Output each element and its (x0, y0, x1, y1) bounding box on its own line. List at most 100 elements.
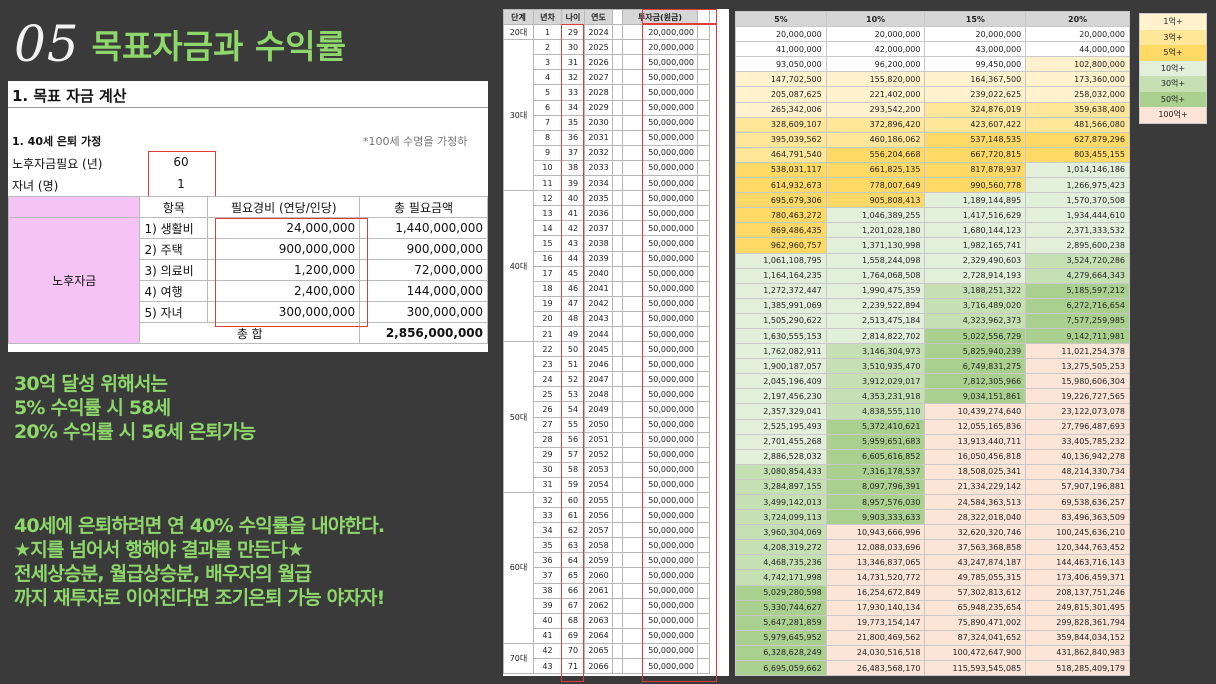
year-no-cell: 5 (533, 84, 562, 101)
year-no-cell: 16 (533, 250, 562, 267)
balance-cell: 2,197,456,230 (735, 388, 827, 405)
balance-cell: 1,266,975,423 (1025, 177, 1130, 194)
balance-cell: 144,463,716,143 (1025, 554, 1130, 571)
balance-cell: 7,316,178,537 (825, 463, 926, 480)
returns-row: 2,045,196,409 3,912,029,017 7,812,305,966 1… (735, 373, 1130, 390)
balance-cell: 3,188,251,322 (924, 282, 1027, 299)
year-no-cell: 17 (533, 265, 562, 282)
header-year-no: 년차 (533, 8, 562, 26)
balance-cell: 12,055,165,836 (924, 418, 1027, 435)
returns-row: 2,357,329,041 4,838,555,110 10,439,274,640… (735, 403, 1130, 420)
year-no-cell: 41 (533, 627, 562, 644)
balance-cell: 556,204,668 (825, 146, 926, 163)
year-cell: 2047 (584, 371, 613, 388)
goal-calculation-panel: 1. 목표 자금 계산 1. 40세 은퇴 가정 *100세 수명을 가정하 노… (7, 81, 488, 352)
balance-cell: 2,371,333,532 (1025, 222, 1130, 239)
year-no-cell: 40 (533, 612, 562, 629)
year-no-cell: 4 (533, 69, 562, 86)
balance-cell: 6,749,831,275 (924, 358, 1027, 375)
stage-label: 30대 (503, 39, 534, 192)
balance-cell: 265,342,006 (735, 101, 827, 118)
balance-cell: 43,000,000 (924, 41, 1027, 58)
header-age: 나이 (561, 8, 585, 26)
section-number: 05 (14, 15, 80, 73)
year-no-cell: 21 (533, 325, 562, 343)
spacer-cell (612, 325, 623, 343)
returns-row: 2,701,455,268 5,959,651,683 13,913,440,711… (735, 433, 1130, 450)
year-cell: 2029 (584, 99, 613, 116)
year-no-cell: 31 (533, 476, 562, 494)
spacer-cell (612, 310, 623, 327)
balance-cell: 99,450,000 (924, 56, 1027, 73)
year-cell: 2039 (584, 250, 613, 267)
balance-cell: 2,886,528,032 (735, 448, 827, 465)
returns-row: 1,762,082,911 3,146,304,973 5,825,940,239 1… (735, 343, 1130, 360)
balance-cell: 5,372,410,621 (825, 418, 926, 435)
year-cell: 2042 (584, 295, 613, 312)
balance-cell: 3,146,304,973 (825, 343, 926, 360)
balance-cell: 518,285,409,179 (1025, 660, 1130, 677)
returns-row: 4,742,171,998 14,731,520,772 49,785,055,31… (735, 569, 1130, 586)
year-no-cell: 34 (533, 522, 562, 539)
balance-cell: 4,353,231,918 (825, 388, 926, 405)
year-no-cell: 10 (533, 159, 562, 177)
year-cell: 2025 (584, 39, 613, 56)
balance-cell: 5,647,281,859 (735, 614, 827, 631)
year-no-cell: 9 (533, 144, 562, 161)
returns-row: 205,087,625 221,402,000 239,022,625 258,032… (735, 86, 1130, 103)
year-no-cell: 32 (533, 491, 562, 509)
balance-cell: 1,900,187,057 (735, 358, 827, 375)
year-cell: 2054 (584, 476, 613, 494)
balance-cell: 3,724,099,113 (735, 509, 827, 526)
balance-cell: 537,148,535 (924, 131, 1027, 148)
balance-cell: 21,334,229,142 (924, 478, 1027, 496)
advice-line: 까지 재투자로 이어진다면 조기은퇴 가능 야자자! (14, 587, 385, 609)
spacer-cell (612, 416, 623, 433)
balance-cell: 1,272,372,447 (735, 282, 827, 299)
returns-row: 464,791,540 556,204,668 667,720,815 803,455… (735, 146, 1130, 163)
returns-row: 265,342,006 293,542,200 324,876,019 359,638… (735, 101, 1130, 118)
cost-item: 3) 의료비 (139, 259, 209, 281)
balance-cell: 6,272,716,654 (1025, 297, 1130, 314)
balance-cell: 2,329,490,603 (924, 252, 1027, 269)
balance-cell: 13,275,505,253 (1025, 358, 1130, 375)
balance-cell: 990,560,778 (924, 177, 1027, 194)
cost-highlight-box (215, 218, 368, 327)
balance-cell: 1,934,444,610 (1025, 207, 1130, 224)
balance-cell: 1,762,082,911 (735, 343, 827, 360)
year-no-cell: 3 (533, 54, 562, 71)
balance-cell: 359,638,400 (1025, 101, 1130, 118)
spacer-cell (612, 175, 623, 192)
year-no-cell: 13 (533, 205, 562, 222)
balance-cell: 93,050,000 (735, 56, 827, 73)
balance-cell: 49,785,055,315 (924, 569, 1027, 586)
balance-cell: 817,878,937 (924, 161, 1027, 179)
returns-row: 695,679,306 905,808,413 1,189,144,895 1,570… (735, 192, 1130, 209)
returns-row: 1,630,555,153 2,814,822,702 5,022,556,729 9… (735, 327, 1130, 345)
balance-cell: 5,959,651,683 (825, 433, 926, 450)
investment-schedule-panel: 단계 년차 나이 연도 투자금(원금) 20대 1 29 2024 20,000,000… (503, 8, 729, 682)
returns-row: 147,702,500 155,820,000 164,367,500 173,360… (735, 71, 1130, 88)
returns-row: 5,647,281,859 19,773,154,147 75,890,471,00… (735, 614, 1130, 631)
balance-cell: 19,226,727,565 (1025, 388, 1130, 405)
balance-cell: 667,720,815 (924, 146, 1027, 163)
spacer-cell (612, 190, 623, 207)
pink-corner (7, 196, 141, 218)
age-highlight-box (561, 24, 584, 682)
returns-row: 1,164,164,235 1,764,068,508 2,728,914,193 4… (735, 267, 1130, 284)
balance-cell: 32,620,320,746 (924, 524, 1027, 541)
year-cell: 2030 (584, 114, 613, 131)
spacer-cell (612, 612, 623, 629)
balance-cell: 13,913,440,711 (924, 433, 1027, 450)
balance-cell: 42,000,000 (825, 41, 926, 58)
year-cell: 2024 (584, 24, 613, 41)
year-cell: 2055 (584, 491, 613, 509)
balance-cell: 37,563,368,858 (924, 539, 1027, 556)
balance-cell: 661,825,135 (825, 161, 926, 179)
year-cell: 2052 (584, 446, 613, 463)
balance-cell: 423,607,422 (924, 116, 1027, 133)
balance-cell: 221,402,000 (825, 86, 926, 103)
year-cell: 2048 (584, 386, 613, 403)
spacer-cell (612, 522, 623, 539)
header-rate-20: 20% (1025, 10, 1130, 28)
